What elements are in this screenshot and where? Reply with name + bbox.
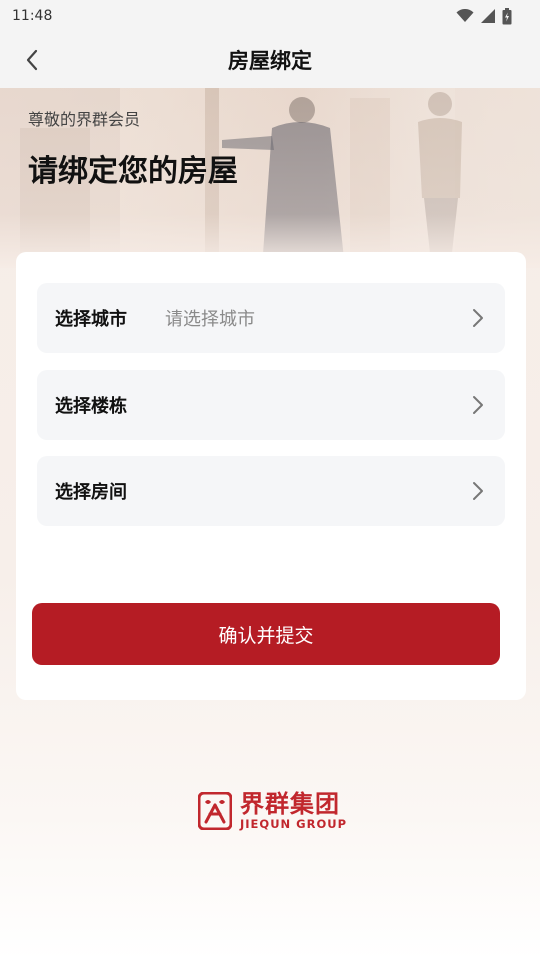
select-room-label: 选择房间	[55, 482, 127, 503]
chevron-right-icon	[469, 396, 487, 414]
select-building-row[interactable]: 选择楼栋	[37, 370, 505, 440]
nav-bar: 房屋绑定	[0, 32, 540, 88]
submit-button[interactable]: 确认并提交	[32, 603, 500, 665]
hero-title: 请绑定您的房屋	[28, 154, 238, 189]
brand-logo: 界群集团 JIEQUN GROUP	[198, 790, 347, 832]
signal-icon	[481, 9, 495, 23]
select-city-row[interactable]: 选择城市 请选择城市	[37, 283, 505, 353]
select-city-placeholder: 请选择城市	[165, 309, 255, 330]
wifi-icon	[456, 9, 474, 22]
chevron-right-icon	[469, 482, 487, 500]
select-room-row[interactable]: 选择房间	[37, 456, 505, 526]
binding-form-card: 选择城市 请选择城市 选择楼栋 选择房间 确认并提交	[16, 252, 526, 700]
page-title: 房屋绑定	[228, 49, 312, 73]
select-city-label: 选择城市	[55, 309, 127, 330]
brand-name: 界群集团 JIEQUN GROUP	[240, 791, 347, 831]
jiequn-logo-icon	[198, 792, 232, 830]
status-time: 11:48	[12, 8, 53, 24]
select-building-label: 选择楼栋	[55, 396, 127, 417]
status-bar: 11:48	[0, 0, 540, 32]
chevron-left-icon	[26, 49, 38, 71]
status-icons	[456, 7, 512, 25]
chevron-right-icon	[469, 309, 487, 327]
battery-icon	[502, 7, 512, 24]
hero-greeting: 尊敬的界群会员	[28, 110, 141, 129]
brand-name-en: JIEQUN GROUP	[240, 817, 347, 831]
back-button[interactable]	[18, 46, 46, 74]
brand-name-cn: 界群集团	[240, 790, 340, 818]
hero-banner: 尊敬的界群会员 请绑定您的房屋	[0, 88, 540, 268]
